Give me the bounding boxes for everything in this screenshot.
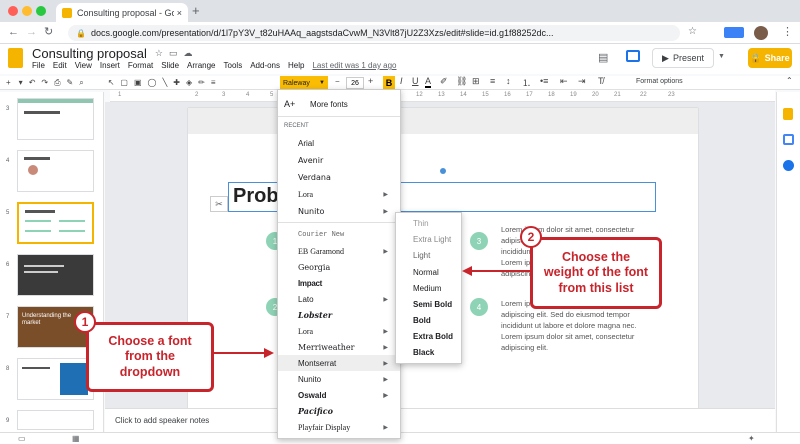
- callout-choose-font: Choose a font from the dropdown: [86, 322, 214, 392]
- arrow-2-head: [462, 266, 472, 276]
- callout-2-badge: 2: [520, 226, 542, 248]
- arrow-1-head: [264, 348, 274, 358]
- screenshot-root: Consulting proposal - Google Sl × + ← → …: [0, 0, 800, 444]
- callout-1-badge: 1: [74, 311, 96, 333]
- callout-choose-weight: Choose the weight of the font from this …: [530, 237, 662, 309]
- callout-2-text: Choose the weight of the font from this …: [543, 249, 649, 295]
- callout-1-text: Choose a font from the dropdown: [108, 333, 192, 379]
